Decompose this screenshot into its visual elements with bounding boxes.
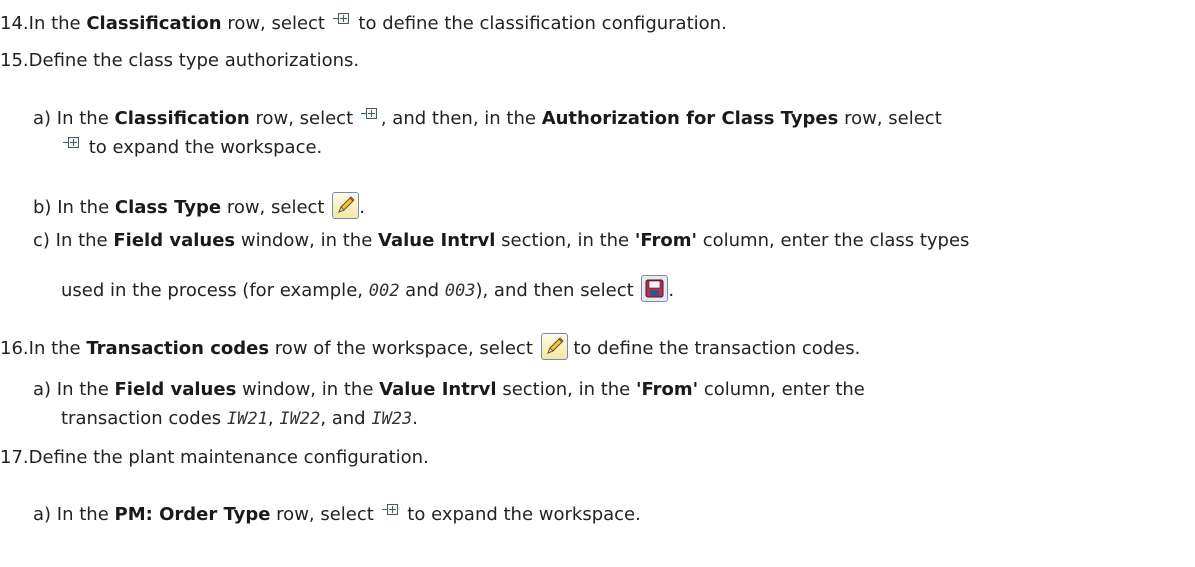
step-15: 15.Define the class type authorizations. xyxy=(0,49,359,73)
substep-text: . xyxy=(412,408,418,429)
step-17: 17.Define the plant maintenance configur… xyxy=(0,446,429,470)
substep-text: In the xyxy=(56,504,115,525)
step-text: to define the transaction codes. xyxy=(567,338,861,359)
substep-text: row, select xyxy=(838,108,942,129)
window-name-field-values: Field values xyxy=(114,379,237,400)
step-text: row, select xyxy=(221,13,331,34)
substep-text: , xyxy=(267,408,280,429)
expand-node-icon xyxy=(332,12,351,26)
substep-text: In the xyxy=(55,230,114,251)
substep-text: . xyxy=(668,280,675,301)
class-type-code: 003 xyxy=(444,281,476,301)
pencil-icon xyxy=(332,192,360,219)
substep-text: used in the process (for example, xyxy=(61,280,369,301)
substep-15c-cont: used in the process (for example, 002 an… xyxy=(61,275,674,303)
substep-text: ), and then select xyxy=(475,280,640,301)
substep-text: column, enter the xyxy=(698,379,865,400)
transaction-code: IW21 xyxy=(226,409,268,429)
substep-label: a) xyxy=(33,504,52,525)
substep-text: section, in the xyxy=(496,379,636,400)
substep-17a: a) In the PM: Order Type row, select to … xyxy=(33,503,641,527)
step-16: 16.In the Transaction codes row of the w… xyxy=(0,333,860,361)
substep-15a-cont: to expand the workspace. xyxy=(61,136,322,160)
substep-text: to expand the workspace. xyxy=(83,137,323,158)
substep-16a: a) In the Field values window, in the Va… xyxy=(33,378,865,402)
row-name-classification: Classification xyxy=(86,13,222,34)
substep-label: a) xyxy=(33,379,52,400)
step-number: 14. xyxy=(0,13,29,34)
substep-text: In the xyxy=(56,379,115,400)
substep-15c: c) In the Field values window, in the Va… xyxy=(33,229,969,253)
substep-16a-cont: transaction codes IW21, IW22, and IW23. xyxy=(61,407,418,431)
step-text: to define the classification configurati… xyxy=(352,13,727,34)
transaction-code: IW22 xyxy=(279,409,321,429)
expand-node-icon xyxy=(381,503,400,517)
section-name-value-intrvl: Value Intrvl xyxy=(379,379,497,400)
row-name-transaction-codes: Transaction codes xyxy=(86,338,270,359)
row-name-pm-order-type: PM: Order Type xyxy=(114,504,271,525)
substep-label: c) xyxy=(33,230,50,251)
window-name-field-values: Field values xyxy=(113,230,236,251)
step-text: Define the plant maintenance configurati… xyxy=(28,447,429,468)
expand-node-icon xyxy=(360,107,379,121)
substep-text: window, in the xyxy=(235,230,378,251)
substep-text: section, in the xyxy=(495,230,635,251)
step-number: 16. xyxy=(0,338,29,359)
substep-label: b) xyxy=(33,197,52,218)
substep-text: to expand the workspace. xyxy=(401,504,641,525)
substep-text: , and xyxy=(320,408,372,429)
substep-text: and xyxy=(399,280,445,301)
substep-text: , and then, in the xyxy=(380,108,542,129)
substep-15b: b) In the Class Type row, select . xyxy=(33,192,365,220)
step-number: 17. xyxy=(0,447,29,468)
step-text: row of the workspace, select xyxy=(269,338,539,359)
row-name-classification: Classification xyxy=(114,108,250,129)
substep-text: In the xyxy=(57,197,115,218)
step-14: 14.In the Classification row, select to … xyxy=(0,12,727,36)
substep-text: row, select xyxy=(249,108,359,129)
substep-text: row, select xyxy=(221,197,331,218)
column-name-from: 'From' xyxy=(635,379,699,400)
substep-15a: a) In the Classification row, select , a… xyxy=(33,107,942,131)
substep-text: window, in the xyxy=(236,379,380,400)
step-number: 15. xyxy=(0,50,29,71)
row-name-class-type: Class Type xyxy=(114,197,222,218)
substep-text: In the xyxy=(56,108,115,129)
step-text: Define the class type authorizations. xyxy=(28,50,360,71)
expand-node-icon xyxy=(63,136,81,150)
substep-label: a) xyxy=(33,108,52,129)
row-name-authorization: Authorization for Class Types xyxy=(541,108,839,129)
transaction-code: IW23 xyxy=(371,409,413,429)
class-type-code: 002 xyxy=(368,281,400,301)
section-name-value-intrvl: Value Intrvl xyxy=(378,230,496,251)
step-text: In the xyxy=(28,338,87,359)
substep-text: transaction codes xyxy=(61,408,227,429)
substep-text: column, enter the class types xyxy=(697,230,970,251)
substep-text: row, select xyxy=(270,504,380,525)
column-name-from: 'From' xyxy=(634,230,698,251)
save-icon xyxy=(641,275,669,302)
pencil-icon xyxy=(540,333,568,360)
substep-text: . xyxy=(359,197,365,218)
step-text: In the xyxy=(28,13,87,34)
